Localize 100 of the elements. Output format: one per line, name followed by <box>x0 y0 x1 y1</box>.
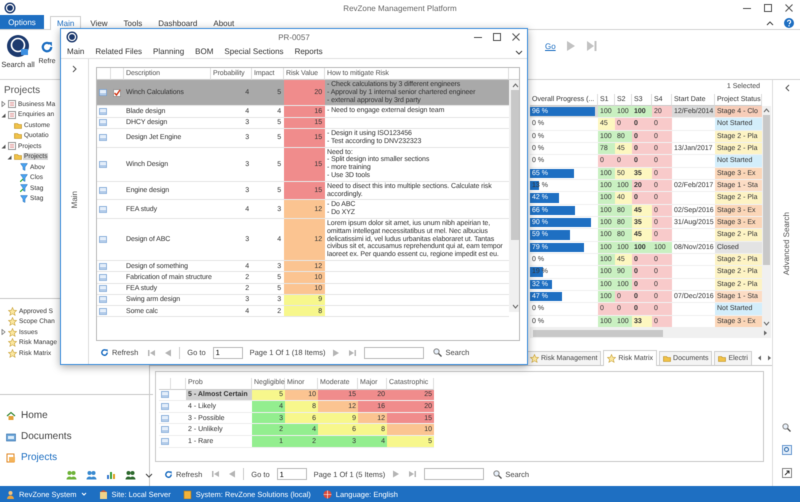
scroll-up-icon[interactable] <box>512 83 518 88</box>
logo-icon <box>66 31 78 43</box>
chevron-up-icon[interactable] <box>766 18 774 26</box>
search-all-icon <box>6 34 30 58</box>
expand-icon[interactable] <box>782 468 792 478</box>
star-icon <box>8 306 17 316</box>
team-icon[interactable] <box>66 470 77 480</box>
bar-chart-icon[interactable] <box>106 470 116 480</box>
filter-icon <box>20 163 28 172</box>
scroll-right-icon[interactable] <box>763 330 768 336</box>
next-page-icon[interactable] <box>564 40 577 52</box>
record-icon[interactable] <box>99 262 107 270</box>
scroll-right-icon[interactable] <box>766 355 772 361</box>
search-icon <box>782 423 790 432</box>
record-icon[interactable] <box>99 108 107 116</box>
record-icon[interactable] <box>161 402 169 410</box>
record-icon[interactable] <box>161 414 169 422</box>
collapse-arrow-icon[interactable] <box>1 143 6 150</box>
search-icon <box>433 348 442 357</box>
star-icon <box>8 348 17 358</box>
maximize-icon[interactable] <box>492 32 502 42</box>
last-page-icon[interactable] <box>408 470 418 478</box>
menu-item[interactable]: Reports <box>294 47 323 56</box>
menu-item[interactable]: Planning <box>153 47 184 56</box>
user-icon <box>6 490 15 498</box>
previous-page-icon[interactable] <box>163 348 172 356</box>
last-page-icon[interactable] <box>348 348 358 356</box>
collapse-arrow-icon[interactable] <box>1 112 6 118</box>
list-icon <box>8 110 16 119</box>
globe-icon <box>322 490 332 498</box>
record-icon[interactable] <box>99 206 107 213</box>
record-icon[interactable] <box>99 119 107 126</box>
options-menu-button[interactable]: Options <box>0 15 44 29</box>
star-icon <box>8 317 17 326</box>
refresh-icon <box>164 470 173 478</box>
close-icon[interactable] <box>784 3 794 13</box>
collapse-arrow-icon[interactable] <box>7 154 12 160</box>
menu-item[interactable]: Special Sections <box>224 47 284 56</box>
record-icon[interactable] <box>99 236 107 243</box>
record-icon[interactable] <box>99 296 107 304</box>
menu-item[interactable]: Main <box>67 47 84 56</box>
ribbon-tab[interactable]: Tools <box>116 16 150 29</box>
expand-arrow-icon[interactable] <box>1 329 6 336</box>
next-page-icon[interactable] <box>332 348 342 356</box>
scroll-up-icon[interactable] <box>763 108 770 113</box>
box-icon <box>182 490 192 498</box>
previous-page-icon[interactable] <box>227 470 236 478</box>
record-icon[interactable] <box>99 187 107 194</box>
panel-title[interactable]: Main <box>70 191 79 208</box>
search-field[interactable] <box>364 346 424 358</box>
scroll-bar[interactable] <box>762 106 771 328</box>
scroll-down-icon[interactable] <box>512 304 518 309</box>
list-icon <box>8 100 16 108</box>
users-icon[interactable] <box>125 470 136 480</box>
ribbon-tab[interactable]: About <box>206 16 242 29</box>
record-icon[interactable] <box>99 160 107 168</box>
record-icon[interactable] <box>161 391 169 398</box>
ribbon-tab[interactable]: View <box>83 16 115 29</box>
caret-icon[interactable] <box>80 491 87 497</box>
nav-item[interactable]: Projects <box>6 447 153 468</box>
ribbon-tab[interactable]: Main <box>50 16 82 30</box>
chevron-left-icon[interactable] <box>784 84 790 92</box>
maximize-icon[interactable] <box>763 3 773 13</box>
zoom-icon[interactable] <box>782 445 792 455</box>
record-icon[interactable] <box>99 134 107 142</box>
ribbon-tab[interactable]: Dashboard <box>151 16 204 29</box>
record-icon[interactable] <box>99 308 107 315</box>
help-icon[interactable] <box>784 18 794 28</box>
close-icon[interactable] <box>511 32 521 42</box>
filter-edit-icon <box>20 184 28 192</box>
record-icon[interactable] <box>161 426 169 434</box>
list-icon <box>8 142 16 150</box>
record-icon[interactable] <box>99 274 107 281</box>
nav-item[interactable]: Documents <box>6 426 153 447</box>
nav-item[interactable]: Home <box>6 405 153 426</box>
go-link[interactable]: Go <box>545 42 556 50</box>
building-icon <box>98 490 108 498</box>
scroll-bar[interactable] <box>509 80 519 312</box>
record-icon[interactable] <box>99 285 107 292</box>
next-page-icon[interactable] <box>392 470 402 478</box>
group-icon[interactable] <box>86 470 97 480</box>
chevron-down-icon[interactable] <box>145 471 153 479</box>
chevron-down-icon[interactable] <box>515 48 523 56</box>
scroll-left-icon[interactable] <box>756 355 762 361</box>
folder-icon <box>14 153 22 160</box>
chevron-right-icon[interactable] <box>72 65 78 73</box>
panel-title[interactable]: Advanced Search <box>782 212 791 276</box>
menu-item[interactable]: Related Files <box>95 47 142 56</box>
first-page-icon[interactable] <box>147 348 156 356</box>
scroll-down-icon[interactable] <box>763 321 770 326</box>
record-icon[interactable] <box>161 438 169 445</box>
search-field[interactable] <box>424 468 484 480</box>
scroll-bar[interactable] <box>530 328 771 338</box>
folder-icon <box>663 355 672 362</box>
record-icon[interactable] <box>99 89 107 96</box>
menu-item[interactable]: BOM <box>195 47 214 56</box>
last-page-icon[interactable] <box>586 40 598 52</box>
first-page-icon[interactable] <box>211 470 220 478</box>
expand-arrow-icon[interactable] <box>1 101 6 108</box>
checkbox-icon[interactable] <box>113 88 121 97</box>
